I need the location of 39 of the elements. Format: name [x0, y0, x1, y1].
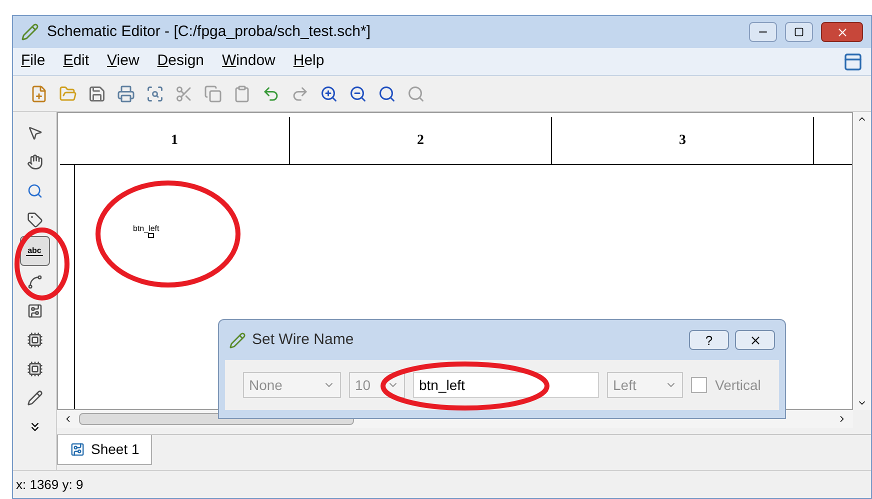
close-icon: [836, 26, 848, 38]
window-title: Schematic Editor - [C:/fpga_proba/sch_test.sch*]: [47, 22, 370, 42]
menu-item[interactable]: Design: [157, 50, 204, 73]
column-header: 3: [552, 117, 814, 164]
sheet-tab[interactable]: Sheet 1: [57, 435, 152, 465]
checkbox-label: Vertical: [715, 376, 761, 394]
menu-item[interactable]: Edit: [63, 50, 90, 73]
line-icon: [26, 274, 42, 290]
menu-item[interactable]: File: [21, 50, 46, 73]
search-icon: [26, 183, 42, 199]
column-header: 2: [290, 117, 552, 164]
menu-item[interactable]: View: [107, 50, 140, 73]
maximize-icon: [794, 27, 804, 37]
hand-icon: [26, 154, 42, 170]
pencil-icon: [26, 390, 42, 406]
status-text: x: 1369 y: 9: [16, 476, 84, 494]
name-field[interactable]: btn_left: [413, 372, 599, 398]
close-icon: [748, 334, 762, 346]
maximize-button[interactable]: [785, 22, 813, 42]
dialog-icon: [229, 332, 246, 348]
close-button[interactable]: [735, 330, 775, 350]
panel-icon[interactable]: [843, 52, 863, 72]
vertical-checkbox[interactable]: [691, 377, 707, 393]
menu-item[interactable]: Help: [293, 50, 324, 73]
dialog-title: Set Wire Name: [252, 330, 354, 350]
app-icon: [21, 23, 39, 41]
chip-icon: [26, 332, 42, 348]
tool-button[interactable]: abc: [20, 236, 50, 266]
help-button[interactable]: ?: [689, 330, 729, 350]
menu-item[interactable]: Window: [222, 50, 276, 73]
chip-icon: [26, 361, 42, 377]
pointer-icon: [26, 125, 42, 141]
tag-icon: [26, 212, 42, 228]
wire-label: btn_left: [133, 225, 160, 233]
close-button[interactable]: [821, 22, 863, 42]
column-header: 1: [60, 117, 290, 164]
pin-icon: [148, 233, 154, 238]
sheet-icon: [70, 442, 85, 457]
vertical-scrollbar[interactable]: [853, 112, 871, 410]
